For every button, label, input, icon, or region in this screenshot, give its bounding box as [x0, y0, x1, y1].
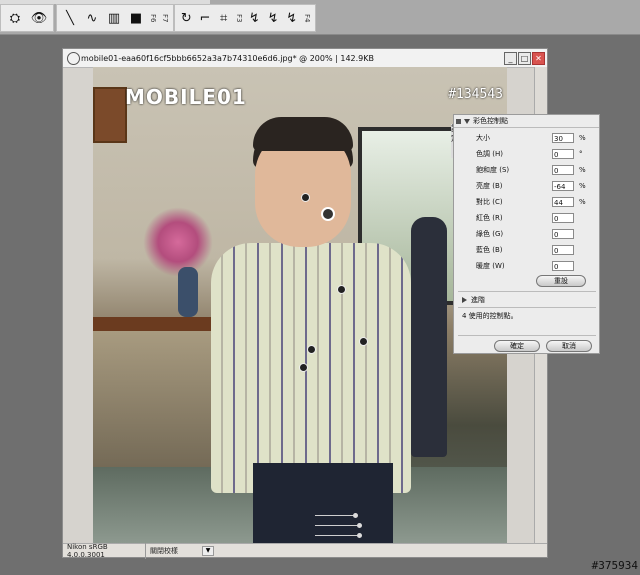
green-field[interactable]: 0 — [552, 228, 574, 239]
proof-mode-dropdown[interactable]: ▼ — [202, 545, 214, 556]
param-label: 色調 (H) — [476, 149, 503, 158]
param-unit: % — [579, 197, 586, 206]
expand-arrow-icon — [462, 297, 467, 303]
mobile01-watermark: MOBILE01 — [125, 85, 247, 109]
image-id-overlay: #134543 — [448, 87, 503, 102]
color-control-point-panel: 彩色控制點 大小 30 % 色調 (H) 0 ° 飽和度 (S) 0 % 亮度 … — [453, 114, 600, 354]
status-bar: Nikon sRGB 4.0.0.3001 關閉校樣 ▼ — [63, 542, 547, 559]
minimize-button[interactable]: _ — [504, 52, 517, 65]
close-button[interactable]: ✕ — [532, 52, 545, 65]
curve-icon[interactable]: ∿ — [83, 8, 101, 28]
control-point[interactable] — [307, 345, 316, 354]
size-field[interactable]: 30 — [552, 132, 574, 143]
f-key-label: F4 — [303, 13, 312, 23]
f-key-label: F7 — [161, 13, 169, 23]
f-key-label: F6 — [149, 13, 157, 23]
panel-menu-icon[interactable] — [456, 118, 461, 124]
gradient-icon[interactable]: ▥ — [105, 8, 123, 28]
points-used-text: 4 使用的控制點。 — [462, 312, 518, 320]
boy-shirt — [211, 243, 411, 493]
param-label: 紅色 (R) — [476, 213, 503, 222]
param-row-brightness: 亮度 (B) -64 % — [476, 179, 596, 192]
param-row-size: 大小 30 % — [476, 131, 596, 144]
wooden-shelf — [93, 317, 223, 331]
control-point-icon[interactable]: ↯ — [247, 8, 262, 28]
top-toolbar: ⛭ 👁 ╲ ∿ ▥ ■ F6 F7 ↻ ⌐ ⌗ F3 ↯ ↯ ↯ F4 — [0, 0, 640, 35]
photo-canvas[interactable]: MOBILE01 #134543 — [93, 67, 507, 545]
window-titlebar[interactable]: mobile01-eaa60f16cf5bbb6652a3a7b74310e6d… — [63, 49, 547, 68]
panel-divider — [458, 335, 596, 336]
color-profile-label: Nikon sRGB 4.0.0.3001 — [67, 542, 146, 559]
flower-bouquet — [143, 207, 213, 277]
points-used-info: 4 使用的控制點。 — [462, 311, 518, 321]
advanced-section-toggle[interactable]: 進階 — [462, 295, 485, 305]
blue-field[interactable]: 0 — [552, 244, 574, 255]
rotate-icon[interactable]: ↻ — [179, 8, 194, 28]
red-field[interactable]: 0 — [552, 212, 574, 223]
warmth-field[interactable]: 0 — [552, 260, 574, 271]
black-square-icon[interactable]: ■ — [127, 8, 145, 28]
control-point[interactable] — [301, 193, 310, 202]
toolbar-group-view: ⛭ 👁 — [0, 4, 54, 32]
param-row-warmth: 暖度 (W) 0 — [476, 259, 596, 272]
panel-divider — [458, 307, 596, 308]
control-point-sliders[interactable] — [315, 507, 375, 545]
param-label: 藍色 (B) — [476, 245, 503, 254]
panel-title: 彩色控制點 — [473, 117, 508, 125]
eye-icon[interactable]: 👁 — [29, 8, 49, 28]
param-row-saturation: 飽和度 (S) 0 % — [476, 163, 596, 176]
f-key-label: F3 — [235, 13, 244, 23]
control-point[interactable] — [299, 363, 308, 372]
param-label: 暖度 (W) — [476, 261, 505, 270]
contrast-field[interactable]: 44 — [552, 196, 574, 207]
param-label: 大小 — [476, 133, 490, 142]
panel-divider — [458, 291, 596, 292]
maximize-button[interactable]: □ — [518, 52, 531, 65]
background-person — [411, 217, 447, 457]
param-row-hue: 色調 (H) 0 ° — [476, 147, 596, 160]
ok-button[interactable]: 確定 — [494, 340, 540, 352]
collapse-arrow-icon[interactable] — [464, 118, 470, 124]
param-label: 亮度 (B) — [476, 181, 503, 190]
param-row-blue: 藍色 (B) 0 — [476, 243, 596, 256]
wall-picture — [93, 87, 127, 143]
param-unit: ° — [579, 149, 583, 158]
line-tool-icon[interactable]: ╲ — [61, 8, 79, 28]
red-eye-icon[interactable]: ↯ — [266, 8, 281, 28]
param-label: 綠色 (G) — [476, 229, 504, 238]
param-label: 飽和度 (S) — [476, 165, 510, 174]
display-cabinet — [93, 331, 213, 481]
control-point-selected[interactable] — [321, 207, 335, 221]
saturation-field[interactable]: 0 — [552, 164, 574, 175]
levels-icon[interactable]: ⛭ — [5, 8, 25, 28]
param-unit: % — [579, 133, 586, 142]
param-unit: % — [579, 165, 586, 174]
advanced-label: 進階 — [471, 296, 485, 304]
selection-brush-icon[interactable]: ↯ — [284, 8, 299, 28]
footer-image-id: #375934 — [591, 559, 638, 572]
param-row-contrast: 對比 (C) 44 % — [476, 195, 596, 208]
proof-mode-label: 關閉校樣 — [150, 546, 178, 555]
param-row-green: 綠色 (G) 0 — [476, 227, 596, 240]
panel-header[interactable]: 彩色控制點 — [454, 115, 599, 128]
cancel-button[interactable]: 取消 — [546, 340, 592, 352]
vase — [178, 267, 198, 317]
boy-hair-front — [253, 117, 353, 151]
straighten-icon[interactable]: ⌐ — [198, 8, 213, 28]
app-icon — [67, 52, 80, 65]
toolbar-group-tools: ↻ ⌐ ⌗ F3 ↯ ↯ ↯ F4 — [174, 4, 316, 32]
control-point[interactable] — [337, 285, 346, 294]
control-point[interactable] — [359, 337, 368, 346]
window-title: mobile01-eaa60f16cf5bbb6652a3a7b74310e6d… — [81, 53, 374, 63]
toolbar-group-adjust: ╲ ∿ ▥ ■ F6 F7 — [56, 4, 174, 32]
reset-button[interactable]: 重設 — [536, 275, 586, 287]
crop-icon[interactable]: ⌗ — [216, 8, 231, 28]
param-unit: % — [579, 181, 586, 190]
hue-field[interactable]: 0 — [552, 148, 574, 159]
brightness-field[interactable]: -64 — [552, 180, 574, 191]
param-label: 對比 (C) — [476, 197, 503, 206]
param-row-red: 紅色 (R) 0 — [476, 211, 596, 224]
